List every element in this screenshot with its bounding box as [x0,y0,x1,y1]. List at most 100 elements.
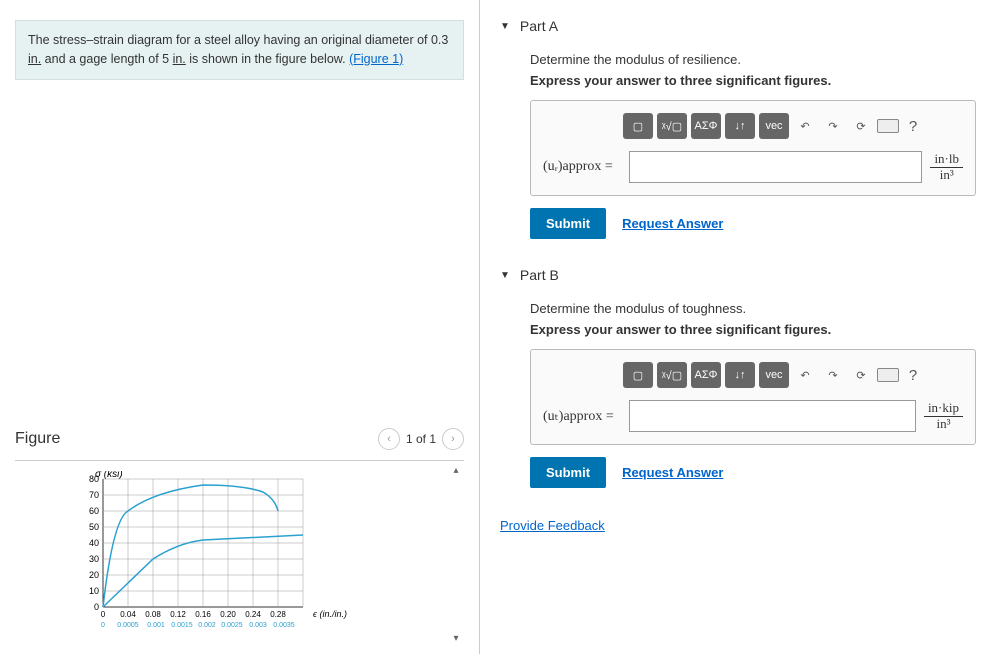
part-b-body: Determine the modulus of toughness. Expr… [500,291,976,508]
svg-text:0: 0 [101,622,105,629]
svg-text:0: 0 [94,602,99,612]
x-axis-label: ϵ (in./in.) [313,609,347,619]
y-axis-label: σ (ksi) [95,471,123,480]
sqrt-button[interactable]: ᵡ√▢ [657,113,687,139]
submit-button-a[interactable]: Submit [530,208,606,239]
unit: in. [173,52,186,66]
collapse-icon: ▼ [500,21,510,32]
svg-text:50: 50 [89,522,99,532]
templates-button[interactable]: ▢ [623,113,653,139]
svg-text:0: 0 [101,610,106,619]
svg-text:0.08: 0.08 [145,610,161,619]
svg-text:0.001: 0.001 [147,622,165,629]
scroll-down-icon[interactable]: ▾ [448,633,464,644]
greek-button[interactable]: ΑΣΦ [691,113,721,139]
svg-text:10: 10 [89,586,99,596]
svg-text:0.24: 0.24 [245,610,261,619]
part-b-instruction: Determine the modulus of toughness. [530,301,976,316]
figure-title: Figure [15,430,60,448]
arrows-button[interactable]: ↓↑ [725,362,755,388]
svg-text:80: 80 [89,474,99,484]
svg-text:0.16: 0.16 [195,610,211,619]
scroll-up-icon[interactable]: ▴ [448,465,464,476]
unit-denominator: in³ [936,417,950,431]
pager-prev-button[interactable]: ‹ [378,428,400,450]
left-panel: The stress–strain diagram for a steel al… [0,0,480,654]
svg-text:70: 70 [89,490,99,500]
unit-b: in·kip in³ [924,401,963,431]
svg-text:0.0025: 0.0025 [221,622,243,629]
variable-label-b: (uₜ)approx = [543,408,621,425]
unit-denominator: in³ [940,168,954,182]
problem-statement: The stress–strain diagram for a steel al… [15,20,464,80]
equation-toolbar: ▢ ᵡ√▢ ΑΣΦ ↓↑ vec ↶ ↷ ⟳ ? [543,113,963,139]
svg-text:0.003: 0.003 [249,622,267,629]
y-ticks: 0 10 20 30 40 50 60 70 80 [89,474,99,612]
reset-button[interactable]: ⟳ [849,113,873,139]
problem-text: The stress–strain diagram for a steel al… [28,33,448,47]
keyboard-icon[interactable] [877,368,899,382]
svg-text:0.0035: 0.0035 [273,622,295,629]
help-icon[interactable]: ? [903,367,923,384]
redo-button[interactable]: ↷ [821,362,845,388]
figure-pager: ‹ 1 of 1 › [378,428,464,450]
pager-text: 1 of 1 [406,432,436,446]
part-b-title: Part B [520,267,559,283]
svg-text:0.04: 0.04 [120,610,136,619]
variable-label-a: (uᵣ)approx = [543,159,621,175]
svg-text:30: 30 [89,554,99,564]
equation-toolbar: ▢ ᵡ√▢ ΑΣΦ ↓↑ vec ↶ ↷ ⟳ ? [543,362,963,388]
svg-text:20: 20 [89,570,99,580]
unit-numerator: in·lb [930,152,963,167]
keyboard-icon[interactable] [877,119,899,133]
help-icon[interactable]: ? [903,118,923,135]
problem-text: and a gage length of 5 [41,52,172,66]
x-ticks-large: 0 0.04 0.08 0.12 0.16 0.20 0.24 0.28 [101,610,287,619]
svg-text:0.20: 0.20 [220,610,236,619]
request-answer-b[interactable]: Request Answer [622,465,723,480]
submit-button-b[interactable]: Submit [530,457,606,488]
svg-text:0.002: 0.002 [198,622,216,629]
part-a-body: Determine the modulus of resilience. Exp… [500,42,976,259]
answer-input-a[interactable] [629,151,922,183]
redo-button[interactable]: ↷ [821,113,845,139]
svg-text:0.12: 0.12 [170,610,186,619]
vec-button[interactable]: vec [759,113,789,139]
curve-large-strain [103,485,278,607]
figure-link[interactable]: (Figure 1) [349,52,403,66]
pager-next-button[interactable]: › [442,428,464,450]
right-panel: ▼ Part A Determine the modulus of resili… [480,0,996,654]
provide-feedback-link[interactable]: Provide Feedback [500,508,605,543]
request-answer-a[interactable]: Request Answer [622,216,723,231]
vec-button[interactable]: vec [759,362,789,388]
arrows-button[interactable]: ↓↑ [725,113,755,139]
x-ticks-small: 0 0.0005 0.001 0.0015 0.002 0.0025 0.003 0.0035 [101,622,295,629]
stress-strain-chart: σ (ksi) 0 10 20 30 40 50 60 70 80 [75,471,375,641]
svg-text:0.0005: 0.0005 [117,622,139,629]
unit-numerator: in·kip [924,401,963,416]
part-b-header[interactable]: ▼ Part B [500,259,976,291]
answer-input-b[interactable] [629,400,916,432]
figure-section: Figure ‹ 1 of 1 › ▴ σ (ksi) [15,428,464,644]
part-a-instruction: Determine the modulus of resilience. [530,52,976,67]
answer-box-b: ▢ ᵡ√▢ ΑΣΦ ↓↑ vec ↶ ↷ ⟳ ? (uₜ)approx = in… [530,349,976,445]
problem-text: is shown in the figure below. [186,52,349,66]
reset-button[interactable]: ⟳ [849,362,873,388]
collapse-icon: ▼ [500,270,510,281]
unit-a: in·lb in³ [930,152,963,182]
templates-button[interactable]: ▢ [623,362,653,388]
undo-button[interactable]: ↶ [793,362,817,388]
answer-box-a: ▢ ᵡ√▢ ΑΣΦ ↓↑ vec ↶ ↷ ⟳ ? (uᵣ)approx = in… [530,100,976,196]
part-a-format: Express your answer to three significant… [530,73,976,88]
svg-text:0.0015: 0.0015 [171,622,193,629]
sqrt-button[interactable]: ᵡ√▢ [657,362,687,388]
svg-text:60: 60 [89,506,99,516]
svg-text:40: 40 [89,538,99,548]
unit: in. [28,52,41,66]
greek-button[interactable]: ΑΣΦ [691,362,721,388]
svg-text:0.28: 0.28 [270,610,286,619]
undo-button[interactable]: ↶ [793,113,817,139]
part-a-title: Part A [520,18,558,34]
part-b-format: Express your answer to three significant… [530,322,976,337]
part-a-header[interactable]: ▼ Part A [500,10,976,42]
